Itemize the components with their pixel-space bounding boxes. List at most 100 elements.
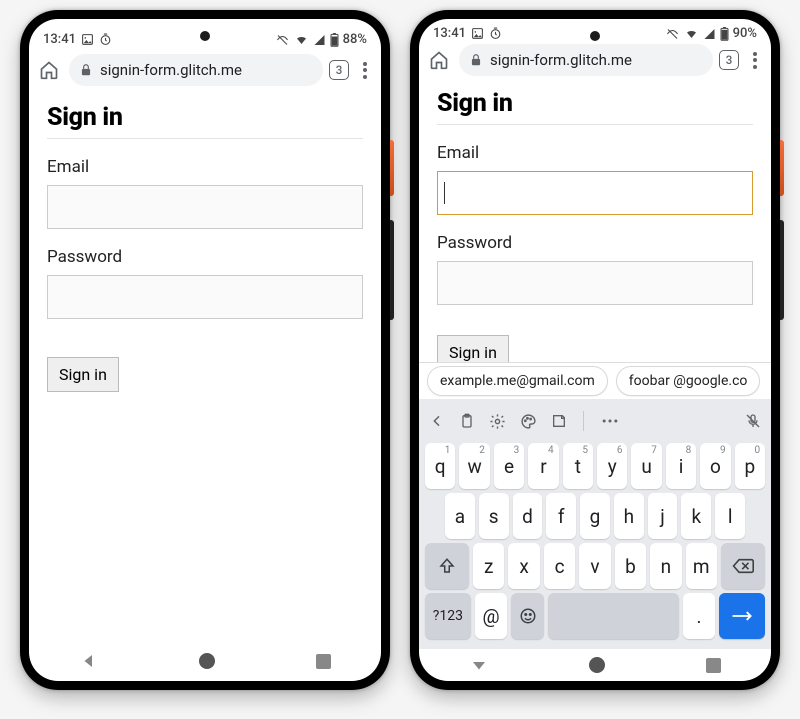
eye-off-icon [275,34,290,46]
password-field[interactable] [437,261,753,305]
page-title: Sign in [437,89,753,125]
nav-home-icon[interactable] [589,657,605,673]
tab-count-button[interactable]: 3 [719,50,739,70]
email-label: Email [47,157,363,177]
phone-left: 13:41 [20,10,390,690]
nav-back-icon[interactable] [80,652,98,670]
key-e[interactable]: 3e [494,443,524,489]
separator [583,411,584,431]
palette-icon[interactable] [520,413,537,430]
timer-icon [99,33,112,46]
suggestion-chip[interactable]: foobar @google.co [616,366,761,396]
status-battery-pct: 90% [733,26,757,41]
chevron-left-icon[interactable] [429,413,445,429]
key-a[interactable]: a [445,493,475,539]
key-z[interactable]: z [473,543,504,589]
signin-button[interactable]: Sign in [47,357,119,392]
email-field[interactable] [437,171,753,215]
url-bar[interactable]: signin-form.glitch.me [69,54,323,86]
key-b[interactable]: b [615,543,646,589]
url-host: signin-form.glitch.me [490,51,632,69]
android-navbar [29,641,381,681]
home-icon[interactable] [35,60,63,80]
signal-icon [313,34,326,46]
hw-volume-button [780,220,784,320]
signal-icon [703,28,716,40]
key-f[interactable]: f [546,493,576,539]
key-w[interactable]: 2w [459,443,489,489]
key-h[interactable]: h [614,493,644,539]
key-i[interactable]: 8i [666,443,696,489]
key-at[interactable]: @ [475,593,508,639]
status-time: 13:41 [433,26,466,41]
key-r[interactable]: 4r [528,443,558,489]
overflow-menu-icon[interactable] [355,62,375,79]
key-u[interactable]: 7u [631,443,661,489]
key-period[interactable]: . [683,593,716,639]
key-n[interactable]: n [650,543,681,589]
key-emoji[interactable] [511,593,544,639]
key-p[interactable]: 0p [735,443,765,489]
clipboard-icon[interactable] [459,412,475,430]
url-bar[interactable]: signin-form.glitch.me [459,44,713,76]
key-backspace[interactable] [721,543,765,589]
android-navbar [419,649,771,681]
nav-recent-icon[interactable] [316,654,331,669]
password-field[interactable] [47,275,363,319]
signin-button[interactable]: Sign in [437,335,509,362]
key-l[interactable]: l [715,493,745,539]
key-d[interactable]: d [513,493,543,539]
nav-back-down-icon[interactable] [470,656,488,674]
key-s[interactable]: s [479,493,509,539]
autofill-suggestion-bar: example.me@gmail.com foobar @google.co [419,362,771,399]
key-space[interactable] [548,593,679,639]
text-caret [444,182,445,204]
onscreen-keyboard: 1q 2w 3e 4r 5t 6y 7u 8i 9o 0p a s d f g … [419,399,771,649]
battery-icon [330,33,339,47]
overflow-menu-icon[interactable] [745,52,765,69]
wifi-icon [294,34,309,46]
key-x[interactable]: x [508,543,539,589]
key-c[interactable]: c [544,543,575,589]
key-k[interactable]: k [681,493,711,539]
eye-off-icon [665,28,680,40]
key-v[interactable]: v [579,543,610,589]
battery-icon [720,27,729,41]
password-label: Password [437,233,753,253]
browser-omnibar: signin-form.glitch.me 3 [29,49,381,91]
status-battery-pct: 88% [343,32,367,47]
email-label: Email [437,143,753,163]
key-t[interactable]: 5t [563,443,593,489]
page-title: Sign in [47,103,363,139]
key-symbols[interactable]: ?123 [425,593,471,639]
page-content: Sign in Email Password Sign in [419,77,771,362]
key-q[interactable]: 1q [425,443,455,489]
key-y[interactable]: 6y [597,443,627,489]
mic-off-icon[interactable] [745,412,761,430]
key-m[interactable]: m [686,543,717,589]
gear-icon[interactable] [489,413,506,430]
nav-home-icon[interactable] [199,653,215,669]
hw-volume-button [390,220,394,320]
more-icon[interactable] [600,417,620,425]
sticker-icon[interactable] [551,413,567,429]
hw-power-button [780,140,784,196]
home-icon[interactable] [425,50,453,70]
keyboard-toolbar [423,403,767,439]
image-icon [81,33,94,46]
hw-power-button [390,140,394,196]
key-o[interactable]: 9o [700,443,730,489]
tab-count-button[interactable]: 3 [329,60,349,80]
key-shift[interactable] [425,543,469,589]
key-j[interactable]: j [648,493,678,539]
suggestion-chip[interactable]: example.me@gmail.com [427,366,608,396]
nav-recent-icon[interactable] [706,658,721,673]
lock-icon [469,53,483,67]
key-enter[interactable] [719,593,765,639]
lock-icon [79,63,93,77]
front-camera [590,31,600,41]
key-g[interactable]: g [580,493,610,539]
url-host: signin-form.glitch.me [100,61,242,79]
email-field[interactable] [47,185,363,229]
page-content: Sign in Email Password Sign in [29,91,381,641]
